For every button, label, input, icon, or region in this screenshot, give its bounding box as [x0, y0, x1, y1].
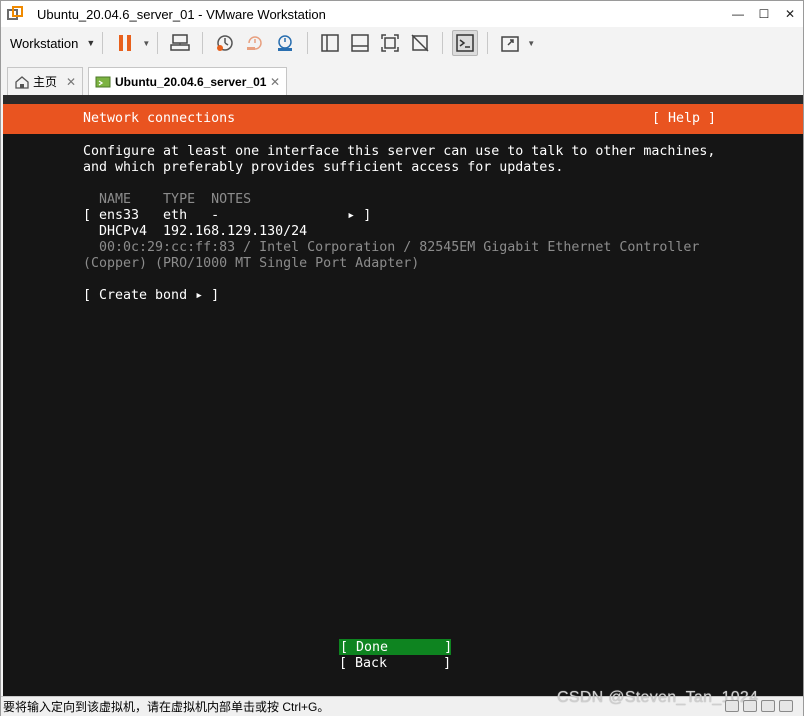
toolbar-divider — [487, 32, 489, 54]
vmware-window: Ubuntu_20.04.6_server_01 - VMware Workst… — [0, 0, 804, 716]
back-button[interactable]: [ Back ] — [339, 656, 451, 672]
tab-vm-label: Ubuntu_20.04.6_server_01 — [115, 74, 267, 89]
snapshot-icon — [217, 35, 233, 51]
done-button[interactable]: [ Done ] — [339, 639, 452, 655]
interface-ens33-row[interactable]: [ ens33 eth - ▸ ] — [83, 208, 371, 224]
help-button[interactable]: [ Help ] — [652, 111, 716, 126]
home-icon — [15, 75, 29, 89]
network-adapter-icon[interactable] — [761, 700, 775, 712]
workstation-menu[interactable]: Workstation ▼ — [1, 31, 95, 55]
manage-snapshots-button[interactable] — [272, 30, 298, 56]
send-ctrl-alt-del-button[interactable] — [167, 30, 193, 56]
installer-title: Network connections — [83, 111, 236, 126]
revert-snapshot-icon — [247, 36, 262, 50]
minimize-button[interactable]: — — [725, 1, 751, 27]
workstation-menu-label: Workstation — [10, 35, 79, 51]
snapshot-button[interactable] — [212, 30, 238, 56]
interfaces-table-header: NAME TYPE NOTES — [83, 192, 252, 207]
stretch-dropdown-icon[interactable]: ▼ — [527, 39, 535, 48]
console-view-button[interactable] — [452, 30, 479, 56]
stretch-button[interactable] — [497, 30, 523, 56]
send-ctrl-alt-del-icon — [170, 34, 190, 51]
chevron-down-icon: ▼ — [86, 38, 96, 48]
console-top-strip — [3, 95, 803, 104]
manage-snapshots-icon — [278, 35, 293, 51]
installer-header: Network connections [ Help ] — [3, 104, 803, 134]
close-button[interactable]: ✕ — [777, 1, 803, 27]
unity-icon — [411, 34, 429, 52]
vmware-logo-icon — [7, 6, 23, 22]
tab-vm-close-icon[interactable]: ✕ — [270, 75, 280, 89]
revert-snapshot-button[interactable] — [242, 30, 268, 56]
fullscreen-icon — [381, 34, 399, 52]
maximize-button[interactable]: ☐ — [751, 1, 777, 27]
thumbnail-button[interactable] — [347, 30, 373, 56]
toolbar-divider — [202, 32, 204, 54]
vm-console[interactable]: Network connections [ Help ] Configure a… — [3, 95, 803, 696]
library-icon — [321, 34, 339, 52]
window-title: Ubuntu_20.04.6_server_01 - VMware Workst… — [37, 6, 326, 22]
library-button[interactable] — [317, 30, 343, 56]
status-message: 要将输入定向到该虚拟机，请在虚拟机内部单击或按 Ctrl+G。 — [3, 700, 330, 714]
status-bar: 要将输入定向到该虚拟机，请在虚拟机内部单击或按 Ctrl+G。 CSDN @St… — [1, 689, 803, 716]
toolbar-divider — [307, 32, 309, 54]
hard-disk-icon[interactable] — [725, 700, 739, 712]
toolbar: Workstation ▼ ▼ ▼ — [1, 27, 803, 59]
toolbar-divider — [442, 32, 444, 54]
intro-line-1: Configure at least one interface this se… — [83, 144, 716, 159]
device-status-icons — [725, 700, 793, 712]
intro-line-2: and which preferably provides sufficient… — [83, 160, 564, 175]
pause-dropdown-icon[interactable]: ▼ — [142, 39, 150, 48]
tab-vm[interactable]: Ubuntu_20.04.6_server_01 ✕ — [88, 67, 287, 95]
stretch-icon — [501, 36, 519, 52]
interface-ens33-address: DHCPv4 192.168.129.130/24 — [83, 224, 308, 239]
interface-ens33-description: (Copper) (PRO/1000 MT Single Port Adapte… — [83, 256, 420, 271]
fullscreen-button[interactable] — [377, 30, 403, 56]
pause-button[interactable] — [112, 30, 138, 56]
tab-home[interactable]: 主页 ✕ — [7, 67, 83, 95]
tab-home-label: 主页 — [33, 75, 58, 89]
create-bond-button[interactable]: [ Create bond ▸ ] — [83, 288, 219, 304]
thumbnail-icon — [351, 34, 369, 52]
interface-ens33-mac: 00:0c:29:cc:ff:83 / Intel Corporation / … — [83, 240, 700, 255]
title-bar: Ubuntu_20.04.6_server_01 - VMware Workst… — [1, 1, 803, 27]
vm-icon — [95, 76, 111, 87]
toolbar-divider — [157, 32, 159, 54]
pause-icon — [119, 35, 132, 51]
toolbar-divider — [102, 32, 104, 54]
unity-button[interactable] — [407, 30, 433, 56]
console-view-icon — [456, 34, 474, 52]
usb-icon[interactable] — [779, 700, 793, 712]
tab-bar: 主页 ✕ Ubuntu_20.04.6_server_01 ✕ — [1, 59, 803, 95]
tab-home-close-icon[interactable]: ✕ — [66, 75, 76, 89]
cd-rom-icon[interactable] — [743, 700, 757, 712]
